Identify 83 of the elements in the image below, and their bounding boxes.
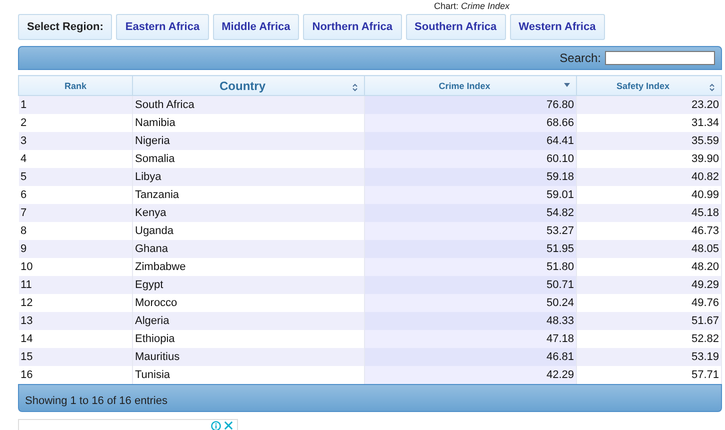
table-cell: 40.99: [576, 186, 722, 204]
column-header[interactable]: Safety Index: [576, 76, 722, 96]
table-cell: 60.10: [364, 150, 576, 168]
table-cell: Libya: [132, 168, 364, 186]
table-cell: 39.90: [576, 150, 722, 168]
table-cell: 2: [18, 114, 132, 132]
table-cell: 51.95: [364, 240, 576, 258]
table-cell: 11: [18, 276, 132, 294]
table-cell: 53.19: [576, 348, 722, 366]
table-cell: 15: [18, 348, 132, 366]
close-icon[interactable]: [224, 421, 233, 430]
table-cell: 49.76: [576, 294, 722, 312]
table-cell: 5: [18, 168, 132, 186]
table-cell: Tunisia: [132, 366, 364, 384]
table-cell: 31.34: [576, 114, 722, 132]
table-cell: 54.82: [364, 204, 576, 222]
table-cell: Namibia: [132, 114, 364, 132]
table-cell: 51.80: [364, 258, 576, 276]
table-cell: 7: [18, 204, 132, 222]
table-cell: 12: [18, 294, 132, 312]
region-label: Select Region:: [18, 14, 112, 40]
info-icon[interactable]: [211, 420, 221, 430]
table-cell: 6: [18, 186, 132, 204]
search-field[interactable]: [605, 51, 715, 65]
table-cell: Nigeria: [132, 132, 364, 150]
table-cell: 45.18: [576, 204, 722, 222]
table-cell: 50.71: [364, 276, 576, 294]
table-cell: 64.41: [364, 132, 576, 150]
region-button[interactable]: Northern Africa: [303, 14, 402, 40]
table-cell: 59.01: [364, 186, 576, 204]
region-button[interactable]: Southern Africa: [406, 14, 506, 40]
table-cell: 53.27: [364, 222, 576, 240]
sort-icon: [709, 83, 715, 92]
table-cell: Ghana: [132, 240, 364, 258]
table-cell: 48.33: [364, 312, 576, 330]
table-cell: South Africa: [132, 96, 364, 114]
table-cell: Uganda: [132, 222, 364, 240]
table-cell: 14: [18, 330, 132, 348]
entries-info: Showing 1 to 16 of 16 entries: [25, 394, 168, 406]
region-button[interactable]: Middle Africa: [212, 14, 300, 40]
table-cell: 16: [18, 366, 132, 384]
table-cell: Somalia: [132, 150, 364, 168]
table-cell: Tanzania: [132, 186, 364, 204]
search-label: Search:: [560, 51, 601, 65]
column-header[interactable]: Rank: [18, 76, 132, 96]
table-cell: 52.82: [576, 330, 722, 348]
table-cell: Kenya: [132, 204, 364, 222]
table-cell: Ethiopia: [132, 330, 364, 348]
table-cell: 23.20: [576, 96, 722, 114]
table-cell: 68.66: [364, 114, 576, 132]
table-cell: 48.20: [576, 258, 722, 276]
table-cell: 51.67: [576, 312, 722, 330]
table-cell: 59.18: [364, 168, 576, 186]
table-cell: 50.24: [364, 294, 576, 312]
region-button[interactable]: Eastern Africa: [116, 14, 209, 40]
table-cell: 13: [18, 312, 132, 330]
table-cell: Mauritius: [132, 348, 364, 366]
table-cell: 9: [18, 240, 132, 258]
table-cell: 42.29: [364, 366, 576, 384]
table-cell: Zimbabwe: [132, 258, 364, 276]
table-cell: 47.18: [364, 330, 576, 348]
table-cell: 8: [18, 222, 132, 240]
table-cell: 49.29: [576, 276, 722, 294]
region-button[interactable]: Western Africa: [510, 14, 605, 40]
table-cell: 10: [18, 258, 132, 276]
table-cell: Morocco: [132, 294, 364, 312]
table-cell: 1: [18, 96, 132, 114]
table-cell: Egypt: [132, 276, 364, 294]
table-cell: 40.82: [576, 168, 722, 186]
table-cell: 46.73: [576, 222, 722, 240]
table-cell: 4: [18, 150, 132, 168]
column-header[interactable]: Country: [132, 76, 364, 96]
table-cell: 3: [18, 132, 132, 150]
table-cell: Algeria: [132, 312, 364, 330]
sort-icon: [352, 83, 358, 92]
sort-descending-icon: [564, 83, 570, 87]
chart-caption: Chart: Crime Index: [434, 1, 510, 12]
table-cell: 76.80: [364, 96, 576, 114]
column-header[interactable]: Crime Index: [364, 76, 576, 96]
table-cell: 48.05: [576, 240, 722, 258]
table-cell: 57.71: [576, 366, 722, 384]
table-cell: 46.81: [364, 348, 576, 366]
table-cell: 35.59: [576, 132, 722, 150]
